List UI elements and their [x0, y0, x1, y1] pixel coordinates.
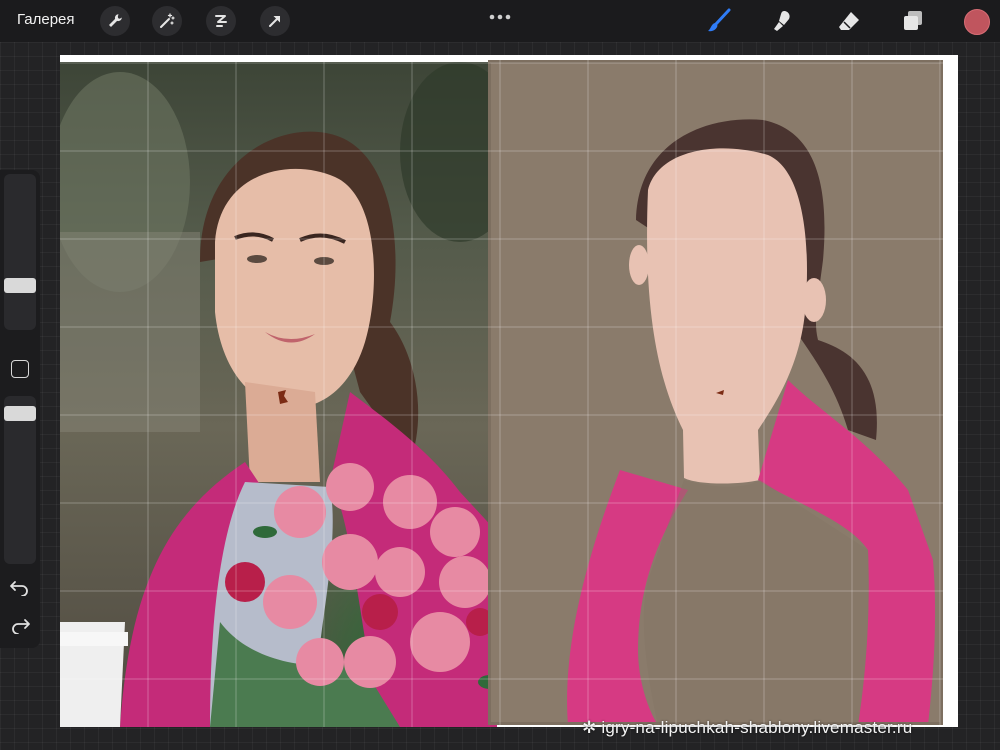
brush-tool-button[interactable]: [704, 7, 734, 35]
actions-button[interactable]: [100, 6, 130, 36]
wrench-icon: [109, 14, 122, 27]
transform-arrow-icon: [269, 16, 280, 27]
eraser-tool-button[interactable]: [834, 7, 864, 35]
watermark-text: igry-na-lipuchkah-shablony.livemaster.ru: [601, 718, 913, 737]
watermark-logo-icon: ✲: [582, 718, 602, 737]
reference-photo: [60, 62, 520, 727]
watermark: ✲ igry-na-lipuchkah-shablony.livemaster.…: [582, 718, 912, 738]
adjustments-button[interactable]: [152, 6, 182, 36]
opacity-thumb[interactable]: [4, 406, 36, 421]
transform-button[interactable]: [260, 6, 290, 36]
gallery-button[interactable]: Галерея: [17, 11, 75, 28]
selection-button[interactable]: [206, 6, 236, 36]
undo-icon: [10, 581, 28, 597]
undo-button[interactable]: [9, 578, 31, 597]
painting-illustration: [485, 57, 946, 727]
magic-wand-icon: [160, 13, 175, 28]
more-options-dots[interactable]: [489, 8, 511, 26]
opacity-slider[interactable]: [4, 396, 36, 564]
left-sidebar: [0, 170, 40, 648]
layers-icon: [904, 11, 922, 30]
redo-button[interactable]: [9, 616, 31, 635]
color-swatch-button[interactable]: [964, 9, 990, 35]
eraser-icon: [839, 12, 859, 30]
modify-button[interactable]: [11, 360, 29, 378]
ellipsis-icon: [489, 14, 511, 20]
top-toolbar: Галерея: [0, 0, 1000, 42]
smudge-tool-button[interactable]: [768, 7, 798, 35]
brush-size-thumb[interactable]: [4, 278, 36, 293]
painting-layer: [485, 57, 946, 727]
brush-size-slider[interactable]: [4, 174, 36, 330]
redo-icon: [12, 619, 30, 635]
brush-icon: [708, 8, 731, 32]
smudge-icon: [774, 11, 790, 31]
selection-icon: [215, 15, 227, 27]
layers-button[interactable]: [898, 7, 928, 35]
reference-photo-illustration: [60, 62, 520, 727]
drawing-canvas[interactable]: [60, 55, 958, 727]
